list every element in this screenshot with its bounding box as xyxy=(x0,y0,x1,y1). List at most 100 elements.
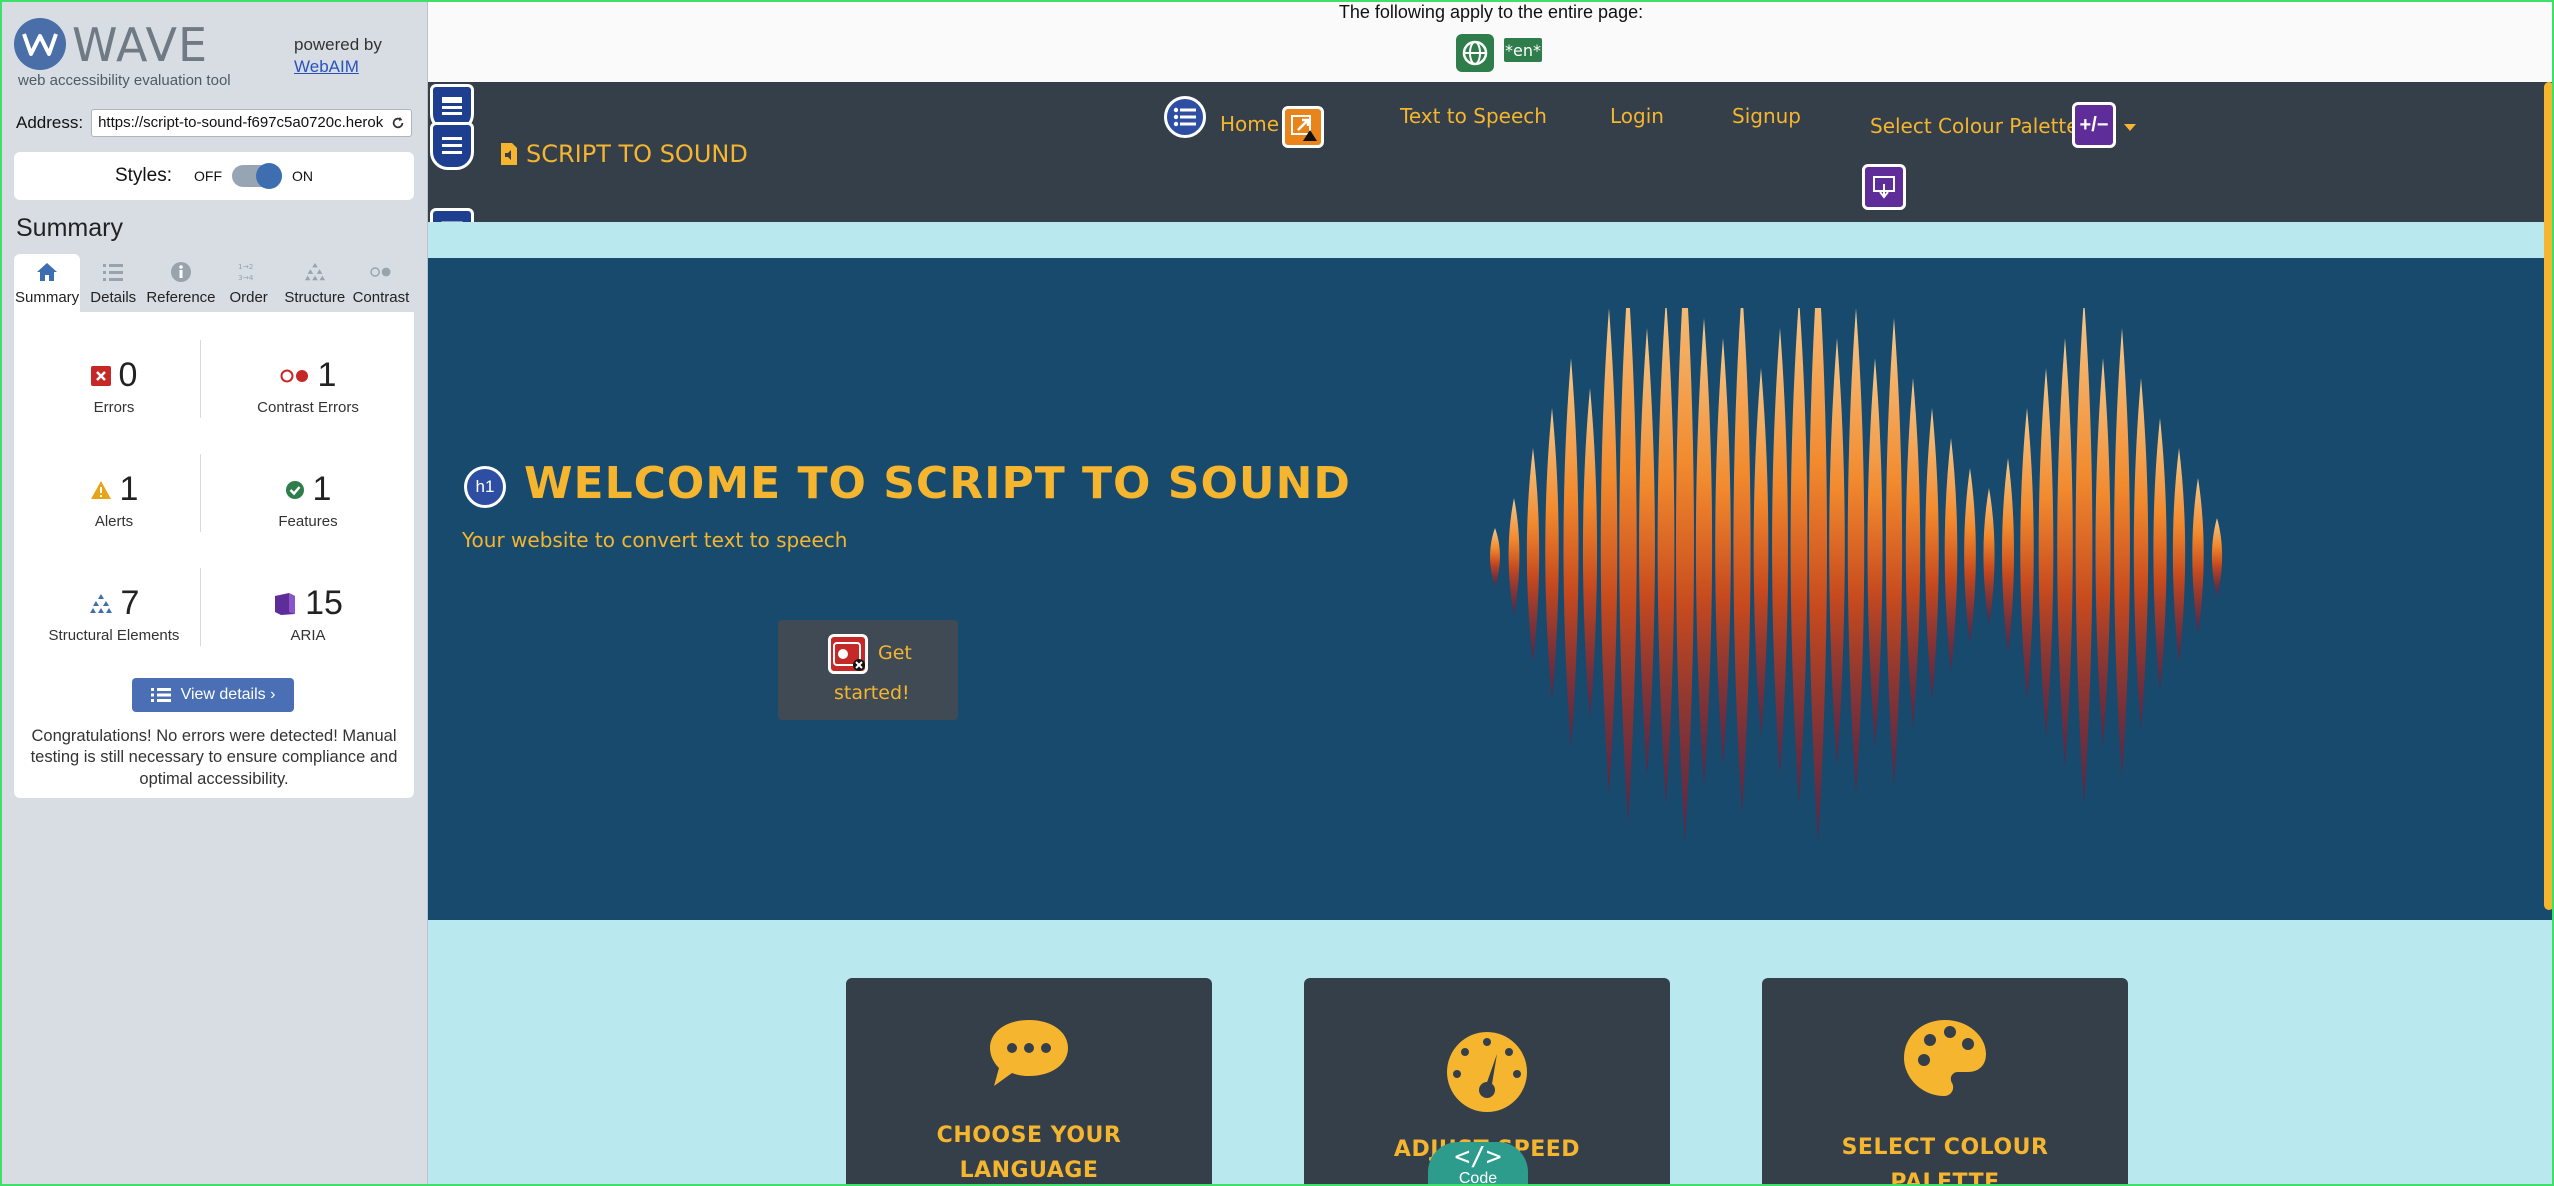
soundwave-spike xyxy=(1600,308,1618,796)
structural-count: 7 xyxy=(120,584,140,622)
feature-check-icon xyxy=(285,480,304,499)
get-started-button[interactable]: Get started! xyxy=(778,620,958,720)
soundwave-spike xyxy=(2075,308,2093,805)
alerts-count: 1 xyxy=(119,470,139,508)
soundwave-spike xyxy=(2038,368,2054,739)
nav-login[interactable]: Login xyxy=(1610,104,1664,128)
soundwave-spike xyxy=(2153,418,2167,691)
soundwave-spike xyxy=(1829,338,1845,767)
tab-details[interactable]: Details xyxy=(80,254,146,312)
alert-icon xyxy=(90,480,111,499)
site-brand-link[interactable]: SCRIPT TO SOUND xyxy=(500,140,748,168)
webaim-link[interactable]: WebAIM xyxy=(294,56,382,78)
tab-summary[interactable]: Summary xyxy=(14,254,81,312)
tab-order[interactable]: 1→2 3→4 Order xyxy=(216,254,282,312)
stat-contrast-errors[interactable]: 1 Contrast Errors xyxy=(208,328,408,428)
error-icon xyxy=(90,365,111,386)
styles-off-label: OFF xyxy=(194,168,223,184)
powered-by: powered by WebAIM xyxy=(294,34,382,78)
website-viewport: The following apply to the entire page: … xyxy=(428,0,2554,1186)
tab-label: Reference xyxy=(146,289,216,306)
tab-label: Order xyxy=(229,289,268,306)
divider xyxy=(200,340,201,418)
soundwave-spike xyxy=(1964,468,1976,644)
h1-heading-icon[interactable]: h1 xyxy=(464,466,506,508)
address-row: Address: https://script-to-sound-f697c5a… xyxy=(16,108,412,138)
tab-label: Contrast xyxy=(352,289,410,306)
globe-icon[interactable] xyxy=(1456,34,1494,72)
contrast-error-icon xyxy=(280,369,308,382)
address-label: Address: xyxy=(16,113,84,132)
features-label: Features xyxy=(278,513,338,530)
redundant-link-alert-icon[interactable] xyxy=(1282,106,1324,148)
list-icon xyxy=(150,688,171,702)
stat-alerts[interactable]: 1 Alerts xyxy=(14,442,214,542)
stat-aria[interactable]: 15 ARIA xyxy=(208,556,408,656)
hero-subtitle: Your website to convert text to speech xyxy=(462,528,848,552)
soundwave-spike xyxy=(2172,448,2186,663)
contrast-errors-label: Contrast Errors xyxy=(257,399,359,416)
divider xyxy=(200,454,201,532)
page-scrollbar[interactable] xyxy=(2544,82,2554,910)
soundwave-illustration xyxy=(1490,308,2223,843)
language-badge[interactable]: *en* xyxy=(1504,38,1542,62)
nav-home[interactable]: Home xyxy=(1220,112,1279,136)
soundwave-spike xyxy=(1790,308,1808,805)
view-details-button[interactable]: View details › xyxy=(132,678,294,712)
wave-tagline: web accessibility evaluation tool xyxy=(18,72,231,89)
stat-features[interactable]: 1 Features xyxy=(208,442,408,542)
congrats-message: Congratulations! No errors were detected… xyxy=(30,727,398,788)
feature-card-language[interactable]: CHOOSE YOUR LANGUAGE xyxy=(846,978,1212,1186)
contrast-icon xyxy=(370,261,392,283)
code-label: Code xyxy=(1458,1170,1498,1186)
structure-elements-icon xyxy=(89,593,112,613)
address-value: https://script-to-sound-f697c5a0720c.her… xyxy=(98,114,384,131)
aria-popup-icon[interactable] xyxy=(1862,164,1906,210)
tab-contrast[interactable]: Contrast xyxy=(348,254,414,312)
tab-reference[interactable]: Reference xyxy=(146,254,216,312)
nav-text-to-speech[interactable]: Text to Speech xyxy=(1400,104,1547,128)
sound-file-icon xyxy=(501,143,517,165)
soundwave-spike xyxy=(2133,378,2149,729)
features-count: 1 xyxy=(312,470,332,508)
get-started-line1: Get xyxy=(878,642,912,664)
stat-structural[interactable]: 7 Structural Elements xyxy=(14,556,214,656)
soundwave-spike xyxy=(1925,408,1939,701)
divider xyxy=(200,568,201,646)
styles-toggle[interactable] xyxy=(232,163,283,189)
soundwave-spike xyxy=(2020,408,2034,701)
aria-count: 15 xyxy=(305,584,343,622)
card-title: SELECT COLOUR PALETTE xyxy=(1762,1130,2128,1186)
empty-button-error-icon[interactable] xyxy=(828,634,868,674)
reload-icon[interactable] xyxy=(391,116,405,130)
palette-icon xyxy=(1762,1016,2128,1100)
code-toggle-button[interactable]: </> Code xyxy=(1428,1142,1528,1186)
soundwave-spike xyxy=(2192,478,2204,634)
navigation-region-icon[interactable] xyxy=(430,122,474,170)
card-title-line2: PALETTE xyxy=(1890,1170,2000,1186)
soundwave-spike xyxy=(1809,308,1827,843)
soundwave-spike xyxy=(1619,308,1637,824)
hero-spacer xyxy=(428,222,2554,258)
soundwave-spike xyxy=(2002,458,2014,653)
card-title-line1: SELECT COLOUR xyxy=(1841,1135,2049,1160)
aria-badge-text: +/− xyxy=(2079,113,2109,136)
nav-signup[interactable]: Signup xyxy=(1732,104,1801,128)
tab-structure[interactable]: Structure xyxy=(282,254,348,312)
soundwave-spike xyxy=(1885,318,1903,786)
chevron-down-icon[interactable] xyxy=(2124,124,2136,131)
soundwave-spike xyxy=(1657,308,1675,805)
speedometer-icon xyxy=(1304,1030,1670,1114)
aria-expanded-icon[interactable]: +/− xyxy=(2072,102,2116,148)
code-icon: </> xyxy=(1454,1142,1502,1172)
address-input[interactable]: https://script-to-sound-f697c5a0720c.her… xyxy=(91,109,412,137)
unordered-list-icon[interactable] xyxy=(1164,96,1206,138)
tab-label: Summary xyxy=(14,289,80,306)
soundwave-spike xyxy=(1715,338,1731,767)
card-title-line2: LANGUAGE xyxy=(959,1158,1099,1184)
feature-card-palette[interactable]: SELECT COLOUR PALETTE xyxy=(1762,978,2128,1186)
soundwave-spikes xyxy=(1490,308,2223,843)
page-global-notices: The following apply to the entire page: … xyxy=(428,0,2554,82)
stat-errors[interactable]: 0 Errors xyxy=(14,328,214,428)
nav-colour-palette-dropdown[interactable]: Select Colour Palette xyxy=(1870,114,2079,138)
